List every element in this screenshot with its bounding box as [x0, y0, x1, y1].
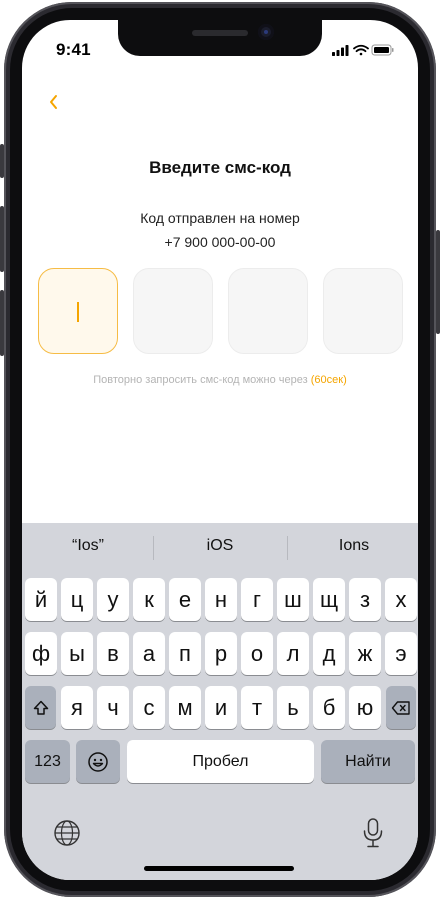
code-digit-4[interactable] — [323, 268, 403, 354]
signal-icon — [332, 45, 349, 56]
notch — [118, 20, 322, 56]
battery-icon — [371, 44, 394, 56]
key[interactable]: ь — [277, 686, 309, 729]
subtitle-text: Код отправлен на номер — [140, 210, 300, 226]
microphone-icon[interactable] — [362, 817, 384, 849]
numbers-key[interactable]: 123 — [25, 740, 70, 783]
code-digit-2[interactable] — [133, 268, 213, 354]
key[interactable]: ю — [349, 686, 381, 729]
sms-code-input — [38, 268, 404, 354]
suggestion-bar: “Ios” iOS Ions — [22, 523, 418, 569]
key[interactable]: ж — [349, 632, 381, 675]
key[interactable]: д — [313, 632, 345, 675]
key[interactable]: л — [277, 632, 309, 675]
emoji-icon — [88, 751, 108, 772]
key[interactable]: е — [169, 578, 201, 621]
globe-icon[interactable] — [53, 819, 81, 847]
speaker — [192, 30, 248, 36]
key[interactable]: с — [133, 686, 165, 729]
key[interactable]: ы — [61, 632, 93, 675]
key[interactable]: я — [61, 686, 93, 729]
key[interactable]: ч — [97, 686, 129, 729]
resend-hint: Повторно запросить смс-код можно через (… — [22, 374, 418, 386]
key[interactable]: и — [205, 686, 237, 729]
key[interactable]: о — [241, 632, 273, 675]
chevron-left-icon — [50, 95, 57, 109]
suggestion-1[interactable]: “Ios” — [28, 537, 148, 555]
key[interactable]: э — [385, 632, 417, 675]
resend-timer: (60сек) — [310, 374, 347, 386]
code-digit-3[interactable] — [228, 268, 308, 354]
key[interactable]: х — [385, 578, 417, 621]
status-icons — [332, 44, 394, 56]
key[interactable]: р — [205, 632, 237, 675]
key[interactable]: п — [169, 632, 201, 675]
key[interactable]: к — [133, 578, 165, 621]
suggestion-divider — [287, 536, 288, 560]
back-button[interactable] — [42, 90, 66, 114]
side-button-left-1 — [0, 144, 4, 178]
key[interactable]: м — [169, 686, 201, 729]
phone-number: +7 900 000-00-00 — [164, 234, 276, 250]
side-button-left-3 — [0, 290, 4, 356]
key[interactable]: з — [349, 578, 381, 621]
key[interactable]: н — [205, 578, 237, 621]
status-time: 9:41 — [56, 40, 91, 59]
space-key[interactable]: Пробел — [127, 740, 314, 783]
front-camera — [258, 24, 274, 40]
key[interactable]: т — [241, 686, 273, 729]
key[interactable]: щ — [313, 578, 345, 621]
backspace-key[interactable] — [386, 686, 416, 729]
key[interactable]: й — [25, 578, 57, 621]
page-title: Введите смс-код — [149, 158, 291, 177]
key[interactable]: г — [241, 578, 273, 621]
wifi-icon — [353, 44, 369, 56]
shift-icon — [33, 700, 48, 715]
home-indicator — [144, 866, 294, 871]
subtitle: Код отправлен на номер +7 900 000-00-00 — [22, 206, 418, 254]
suggestion-3[interactable]: Ions — [294, 537, 414, 555]
resend-text: Повторно запросить смс-код можно через — [93, 374, 308, 386]
keyboard-bottom-bar — [22, 813, 418, 853]
suggestion-2[interactable]: iOS — [160, 537, 280, 555]
shift-key[interactable] — [25, 686, 56, 729]
key[interactable]: в — [97, 632, 129, 675]
key[interactable]: б — [313, 686, 345, 729]
key[interactable]: у — [97, 578, 129, 621]
emoji-key[interactable] — [76, 740, 120, 783]
return-key[interactable]: Найти — [321, 740, 415, 783]
key[interactable]: ф — [25, 632, 57, 675]
key[interactable]: ц — [61, 578, 93, 621]
screen: 9:41 Введите смс-код Код отправлен на но… — [22, 20, 418, 880]
side-button-right — [436, 230, 440, 334]
backspace-icon — [391, 700, 410, 715]
text-cursor — [77, 302, 79, 322]
key[interactable]: ш — [277, 578, 309, 621]
code-digit-1[interactable] — [38, 268, 118, 354]
key[interactable]: а — [133, 632, 165, 675]
side-button-left-2 — [0, 206, 4, 272]
suggestion-divider — [153, 536, 154, 560]
keyboard: “Ios” iOS Ions й ц у к е н г ш щ з х ф ы… — [22, 523, 418, 880]
